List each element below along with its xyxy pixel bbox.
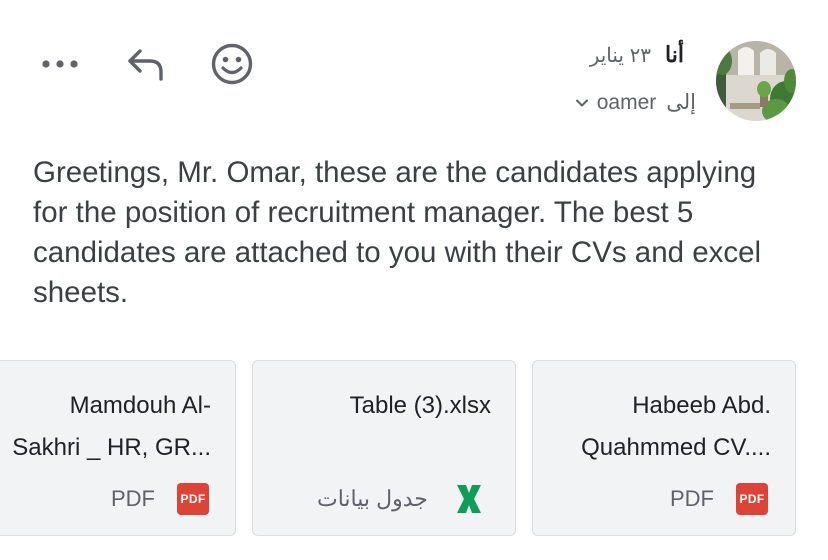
attachment-name: Table (3).xlsx [350, 385, 491, 427]
more-horizontal-icon [42, 60, 78, 68]
reply-button[interactable] [116, 38, 176, 90]
attachment-type-label: جدول بيانات [317, 486, 428, 511]
attachment-type-label: PDF [111, 486, 155, 511]
attachment-footer: PDF PDF [670, 483, 768, 515]
attachment-footer: جدول بيانات [317, 483, 484, 515]
pdf-icon: PDF [177, 483, 209, 515]
to-label: إلى [666, 91, 696, 114]
message-actions [30, 38, 288, 90]
attachment-name: Habeeb Abd. Quahmmed CV.... [581, 385, 771, 469]
message-body: Greetings, Mr. Omar, these are the candi… [33, 156, 762, 309]
attachment-name-line: Quahmmed CV.... [581, 434, 771, 461]
recipient-details-toggle[interactable]: إلى oamer [575, 90, 696, 115]
more-options-button[interactable] [30, 38, 90, 90]
excel-icon [454, 483, 484, 515]
sender-name: أنا [665, 42, 684, 67]
attachment-name-line: Mamdouh Al- [69, 392, 211, 419]
message-header: أنا ٢٣ يناير إلى oamer [0, 0, 828, 140]
reply-arrow-icon [128, 49, 163, 81]
attachment-name-line: Table (3).xlsx [349, 392, 491, 419]
recipient-name: oamer [596, 90, 657, 114]
attachment-footer: PDF PDF [111, 483, 209, 515]
chevron-down-icon [575, 98, 589, 108]
attachment-name-line: Sakhri _ HR, GR... [12, 434, 211, 461]
attachment-card[interactable]: Habeeb Abd. Quahmmed CV.... PDF PDF [532, 360, 796, 536]
pdf-icon: PDF [736, 483, 768, 515]
attachment-name-line: Habeeb Abd. [632, 392, 771, 419]
emoji-reaction-button[interactable] [202, 38, 262, 90]
smiley-face-icon [211, 43, 253, 85]
attachment-name: Mamdouh Al- Sakhri _ HR, GR... [12, 385, 211, 469]
attachment-card[interactable]: Mamdouh Al- Sakhri _ HR, GR... PDF PDF [0, 360, 236, 536]
attachment-card[interactable]: Table (3).xlsx جدول بيانات [252, 360, 516, 536]
sender-avatar[interactable] [716, 41, 796, 121]
message-date: ٢٣ يناير [589, 45, 652, 67]
avatar-photo-icon [716, 41, 796, 121]
attachment-type-label: PDF [670, 486, 714, 511]
sender-info: أنا ٢٣ يناير [590, 42, 684, 68]
